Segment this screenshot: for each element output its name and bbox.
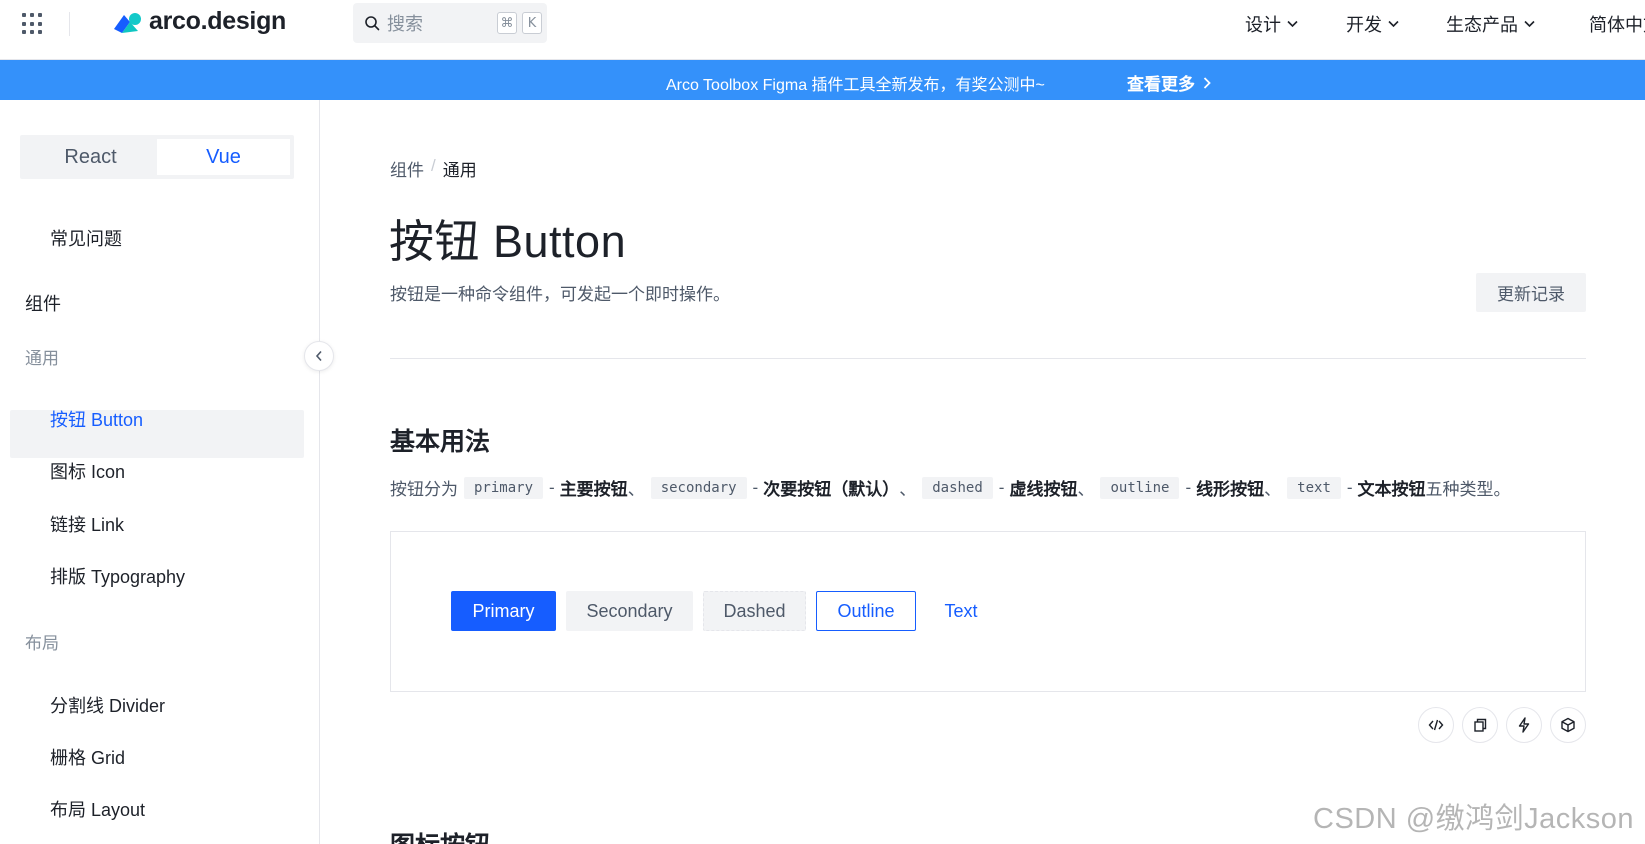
desc-separator: 、 [1077,480,1095,499]
show-code-button[interactable] [1418,707,1454,743]
section-description: 按钮分为 primary - 主要按钮 、 secondary - 次要按钮（默… [390,475,1511,500]
shortcut-cmd-key: ⌘ [497,12,517,34]
sidebar-item-divider[interactable]: 分割线 Divider [50,692,165,718]
search-box[interactable]: 搜索 ⌘ K [353,3,547,43]
nav-design-label: 设计 [1245,15,1281,35]
desc-dash: - [549,477,555,497]
section-title-icon-button: 图标按钮 [390,826,490,844]
changelog-button[interactable]: 更新记录 [1476,273,1586,312]
breadcrumb-item-components[interactable]: 组件 [390,156,424,181]
desc-text-label: 文本按钮 [1357,480,1426,499]
code-primary: primary [464,476,544,499]
desc-prefix: 按钮分为 [390,480,458,499]
desc-primary-label: 主要按钮 [559,480,628,499]
chevron-left-icon [315,350,322,362]
demo-dashed-button[interactable]: Dashed [703,591,806,631]
code-secondary: secondary [650,476,747,499]
desc-dash: - [1185,477,1192,497]
banner-view-more-link[interactable]: 查看更多 [1127,70,1211,95]
desc-dashed-label: 虚线按钮 [1009,480,1078,499]
chevron-down-icon [1287,20,1298,28]
demo-secondary-button[interactable]: Secondary [566,591,693,631]
chevron-down-icon [1524,20,1535,28]
code-icon [1428,719,1444,731]
top-navbar: arco.design 搜索 ⌘ K 设计 开发 生态产品 简体中文 [0,0,1645,60]
sidebar-category-layout: 布局 [25,634,59,653]
framework-switch: React Vue [20,135,294,179]
desc-dash: - [1346,477,1353,497]
sidebar-item-layout[interactable]: 布局 Layout [50,796,145,822]
watermark: CSDN @缴鸿剑Jackson [1313,803,1635,835]
framework-vue[interactable]: Vue [157,139,290,175]
demo-text-button[interactable]: Text [926,591,996,631]
divider [390,358,1586,359]
sidebar-item-grid[interactable]: 栅格 Grid [50,744,125,770]
sidebar-item-link[interactable]: 链接 Link [50,511,124,537]
logo-text: arco.design [149,7,287,35]
sidebar-group-components: 组件 [25,294,61,314]
shortcut-k-key: K [522,12,542,34]
copy-code-button[interactable] [1462,707,1498,743]
sidebar-category-general: 通用 [25,349,59,368]
sidebar-item-typography[interactable]: 排版 Typography [50,563,185,589]
apps-grid-icon[interactable] [22,13,44,35]
sidebar-item-icon[interactable]: 图标 Icon [50,458,125,484]
desc-dash: - [752,477,759,497]
copy-icon [1474,718,1487,732]
breadcrumb-item-general: 通用 [442,161,477,180]
demo-outline-button[interactable]: Outline [816,591,916,631]
framework-react[interactable]: React [24,139,157,175]
desc-separator: 、 [1264,480,1282,499]
desc-secondary-label: 次要按钮（默认） [763,480,900,499]
codepen-button[interactable] [1506,707,1542,743]
code-outline: outline [1100,476,1180,499]
nav-ecosystem[interactable]: 生态产品 [1446,11,1535,37]
logo[interactable]: arco.design [110,7,286,36]
nav-design[interactable]: 设计 [1245,11,1298,37]
chevron-right-icon [1203,76,1211,89]
cube-icon [1561,717,1575,733]
demo-primary-button[interactable]: Primary [451,591,556,631]
nav-language-label: 简体中文 [1589,15,1645,35]
section-title-basic-usage: 基本用法 [390,428,491,456]
nav-develop[interactable]: 开发 [1346,11,1399,37]
sidebar: React Vue 常见问题 组件 通用 按钮 Button 图标 Icon 链… [0,100,320,844]
arco-logo-icon [114,12,141,33]
codesandbox-button[interactable] [1550,707,1586,743]
page-description: 按钮是一种命令组件，可发起一个即时操作。 [390,285,730,304]
desc-dash: - [998,477,1005,497]
banner-text: Arco Toolbox Figma 插件工具全新发布，有奖公测中~ [666,77,1045,94]
desc-suffix: 五种类型。 [1425,480,1511,499]
lightning-icon [1518,717,1530,733]
sidebar-collapse-button[interactable] [304,341,334,371]
search-icon [365,16,380,31]
sidebar-item-faq[interactable]: 常见问题 [50,225,122,251]
banner-link-label: 查看更多 [1127,75,1195,94]
chevron-down-icon [1388,20,1399,28]
search-placeholder: 搜索 [387,14,423,34]
code-text: text [1287,476,1341,499]
breadcrumb-separator: / [431,156,436,175]
desc-separator: 、 [899,480,917,499]
nav-language[interactable]: 简体中文 [1589,11,1645,37]
desc-separator: 、 [627,480,645,499]
page-title: 按钮 Button [389,216,627,267]
nav-develop-label: 开发 [1346,15,1382,35]
breadcrumb: 组件 / 通用 [390,156,477,181]
navbar-divider [69,12,70,36]
code-dashed: dashed [922,476,993,499]
desc-outline-label: 线形按钮 [1196,480,1265,499]
sidebar-item-button[interactable]: 按钮 Button [50,406,143,432]
nav-ecosystem-label: 生态产品 [1446,15,1518,35]
announcement-banner: Arco Toolbox Figma 插件工具全新发布，有奖公测中~ 查看更多 [0,60,1645,100]
